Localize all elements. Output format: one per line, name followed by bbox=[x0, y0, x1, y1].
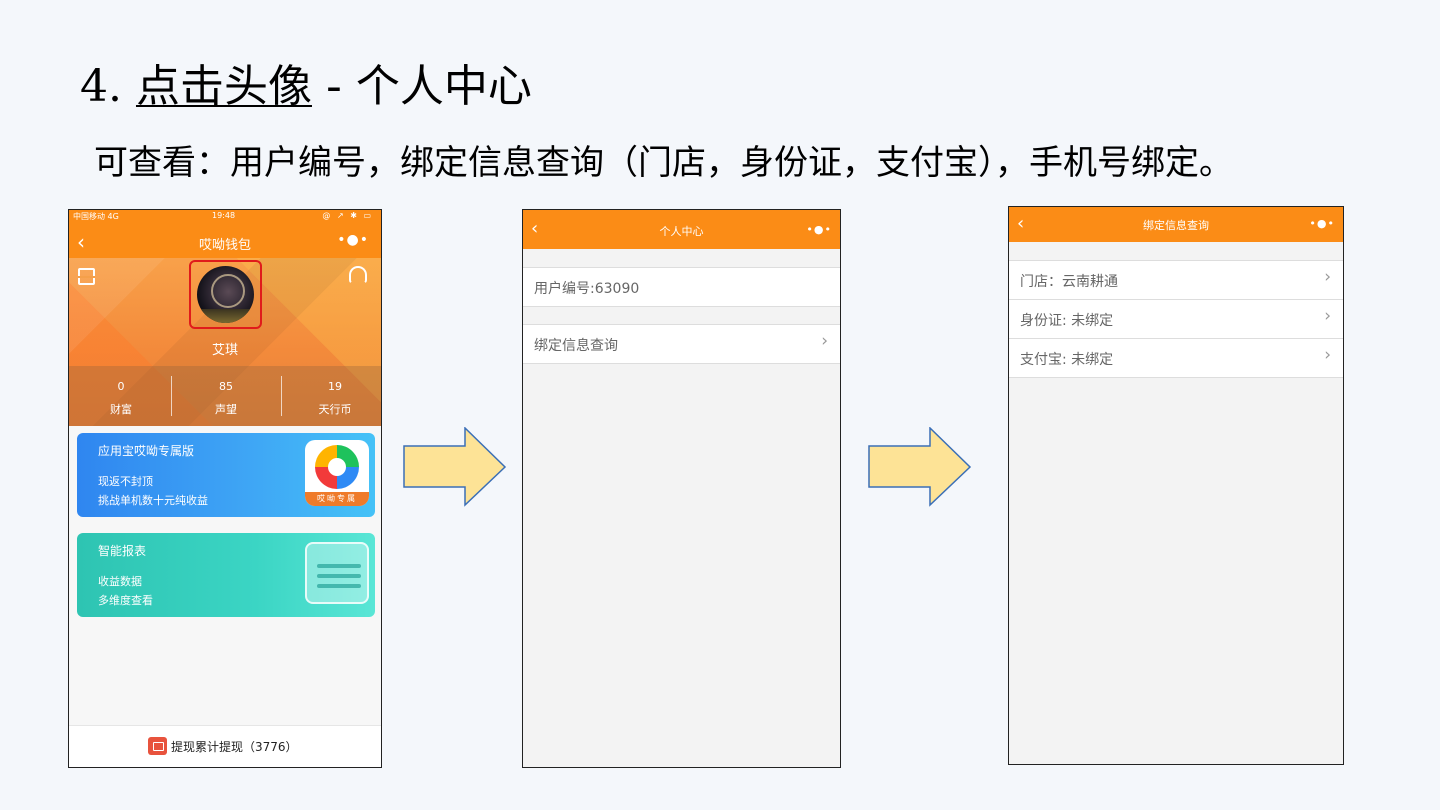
card-title: 应用宝哎呦专属版 bbox=[98, 444, 195, 458]
card-line: 收益数据 bbox=[98, 575, 142, 588]
headset-icon[interactable] bbox=[349, 266, 367, 284]
stat-label: 财富 bbox=[110, 403, 132, 416]
report-icon bbox=[305, 542, 369, 604]
status-carrier: 中国移动 4G bbox=[73, 212, 119, 221]
withdraw-text: 提现累计提现（3776） bbox=[171, 740, 298, 754]
logo-tag: 哎呦专属 bbox=[305, 492, 369, 506]
stats-bar: 0 财富 85 声望 19 天行币 bbox=[69, 366, 381, 426]
store-row[interactable]: 门店：云南耕通 › bbox=[1009, 260, 1343, 300]
chevron-right-icon: › bbox=[821, 331, 828, 351]
stat-label: 声望 bbox=[215, 403, 237, 416]
alipay-row[interactable]: 支付宝: 未绑定 › bbox=[1009, 338, 1343, 378]
id-card-text: 身份证: 未绑定 bbox=[1020, 313, 1114, 329]
chevron-right-icon: › bbox=[1324, 267, 1331, 287]
personal-center-title: 个人中心 bbox=[659, 225, 704, 238]
id-card-row[interactable]: 身份证: 未绑定 › bbox=[1009, 299, 1343, 339]
status-time: 19:48 bbox=[212, 211, 236, 220]
title-link[interactable]: 点击头像 bbox=[136, 61, 312, 112]
phone-wallet-home: 中国移动 4G 19:48 @ ↗ ✱ ▭ ‹ 哎呦钱包 •●• 艾琪 0 财富… bbox=[68, 209, 382, 768]
more-icon[interactable]: •●• bbox=[337, 232, 369, 248]
bind-query-text: 绑定信息查询 bbox=[534, 338, 618, 354]
card-line: 多维度查看 bbox=[98, 594, 153, 607]
withdraw-bar[interactable]: 提现累计提现（3776） bbox=[69, 725, 381, 767]
title-rest: - 个人中心 bbox=[311, 61, 532, 112]
status-bar: 中国移动 4G 19:48 @ ↗ ✱ ▭ bbox=[69, 211, 381, 225]
wallet-icon bbox=[148, 737, 167, 755]
avatar[interactable] bbox=[197, 266, 254, 323]
personal-center-header: ‹ 个人中心 •●• bbox=[523, 210, 840, 249]
arrow-right-icon bbox=[868, 427, 972, 507]
stat-coins[interactable]: 19 天行币 bbox=[283, 366, 381, 426]
more-icon[interactable]: •●• bbox=[806, 223, 832, 236]
more-icon[interactable]: •●• bbox=[1309, 217, 1335, 230]
phone-personal-center: ‹ 个人中心 •●• 用户编号:63090 绑定信息查询 › bbox=[522, 209, 841, 768]
stat-wealth[interactable]: 0 财富 bbox=[69, 366, 173, 426]
app-store-card[interactable]: 应用宝哎呦专属版 现返不封顶 挑战单机数十元纯收益 哎呦专属 bbox=[77, 433, 375, 517]
report-line bbox=[317, 574, 361, 578]
chevron-right-icon: › bbox=[1324, 345, 1331, 365]
alipay-text: 支付宝: 未绑定 bbox=[1020, 352, 1114, 368]
phone-binding-info: ‹ 绑定信息查询 •●• 门店：云南耕通 › 身份证: 未绑定 › 支付宝: 未… bbox=[1008, 206, 1344, 765]
stat-value: 19 bbox=[328, 380, 342, 393]
logo-ring bbox=[315, 445, 359, 489]
stat-divider bbox=[281, 376, 282, 416]
slide-title: 4. 点击头像 - 个人中心 bbox=[80, 50, 532, 114]
stat-reputation[interactable]: 85 声望 bbox=[174, 366, 278, 426]
stat-divider bbox=[171, 376, 172, 416]
card-line: 挑战单机数十元纯收益 bbox=[98, 494, 208, 507]
bind-query-row[interactable]: 绑定信息查询 › bbox=[523, 324, 840, 364]
stat-label: 天行币 bbox=[318, 403, 352, 416]
card-line: 现返不封顶 bbox=[98, 475, 153, 488]
smart-report-card[interactable]: 智能报表 收益数据 多维度查看 bbox=[77, 533, 375, 617]
report-line bbox=[317, 564, 361, 568]
wallet-title: 哎呦钱包 bbox=[198, 238, 251, 253]
slide-description: 可查看：用户编号，绑定信息查询（门店，身份证，支付宝），手机号绑定。 bbox=[94, 143, 1233, 183]
arrow-right-icon bbox=[403, 427, 507, 507]
user-id-row: 用户编号:63090 bbox=[523, 267, 840, 307]
user-id-text: 用户编号:63090 bbox=[534, 281, 640, 297]
binding-info-header: ‹ 绑定信息查询 •●• bbox=[1009, 207, 1343, 242]
scan-icon[interactable] bbox=[78, 268, 95, 285]
status-icons: @ ↗ ✱ ▭ bbox=[322, 211, 373, 220]
profile-banner: 艾琪 0 财富 85 声望 19 天行币 bbox=[69, 258, 381, 426]
wallet-header: 中国移动 4G 19:48 @ ↗ ✱ ▭ ‹ 哎呦钱包 •●• bbox=[69, 210, 381, 258]
stat-value: 0 bbox=[117, 380, 125, 393]
avatar-highlight[interactable] bbox=[189, 260, 262, 329]
title-number: 4. bbox=[80, 61, 122, 112]
nickname: 艾琪 bbox=[211, 343, 238, 358]
card-title: 智能报表 bbox=[98, 544, 147, 558]
binding-info-title: 绑定信息查询 bbox=[1143, 219, 1209, 232]
report-line bbox=[317, 584, 361, 588]
chevron-right-icon: › bbox=[1324, 306, 1331, 326]
stat-value: 85 bbox=[219, 380, 233, 393]
app-store-logo-icon: 哎呦专属 bbox=[305, 440, 369, 506]
store-text: 门店：云南耕通 bbox=[1020, 274, 1118, 290]
